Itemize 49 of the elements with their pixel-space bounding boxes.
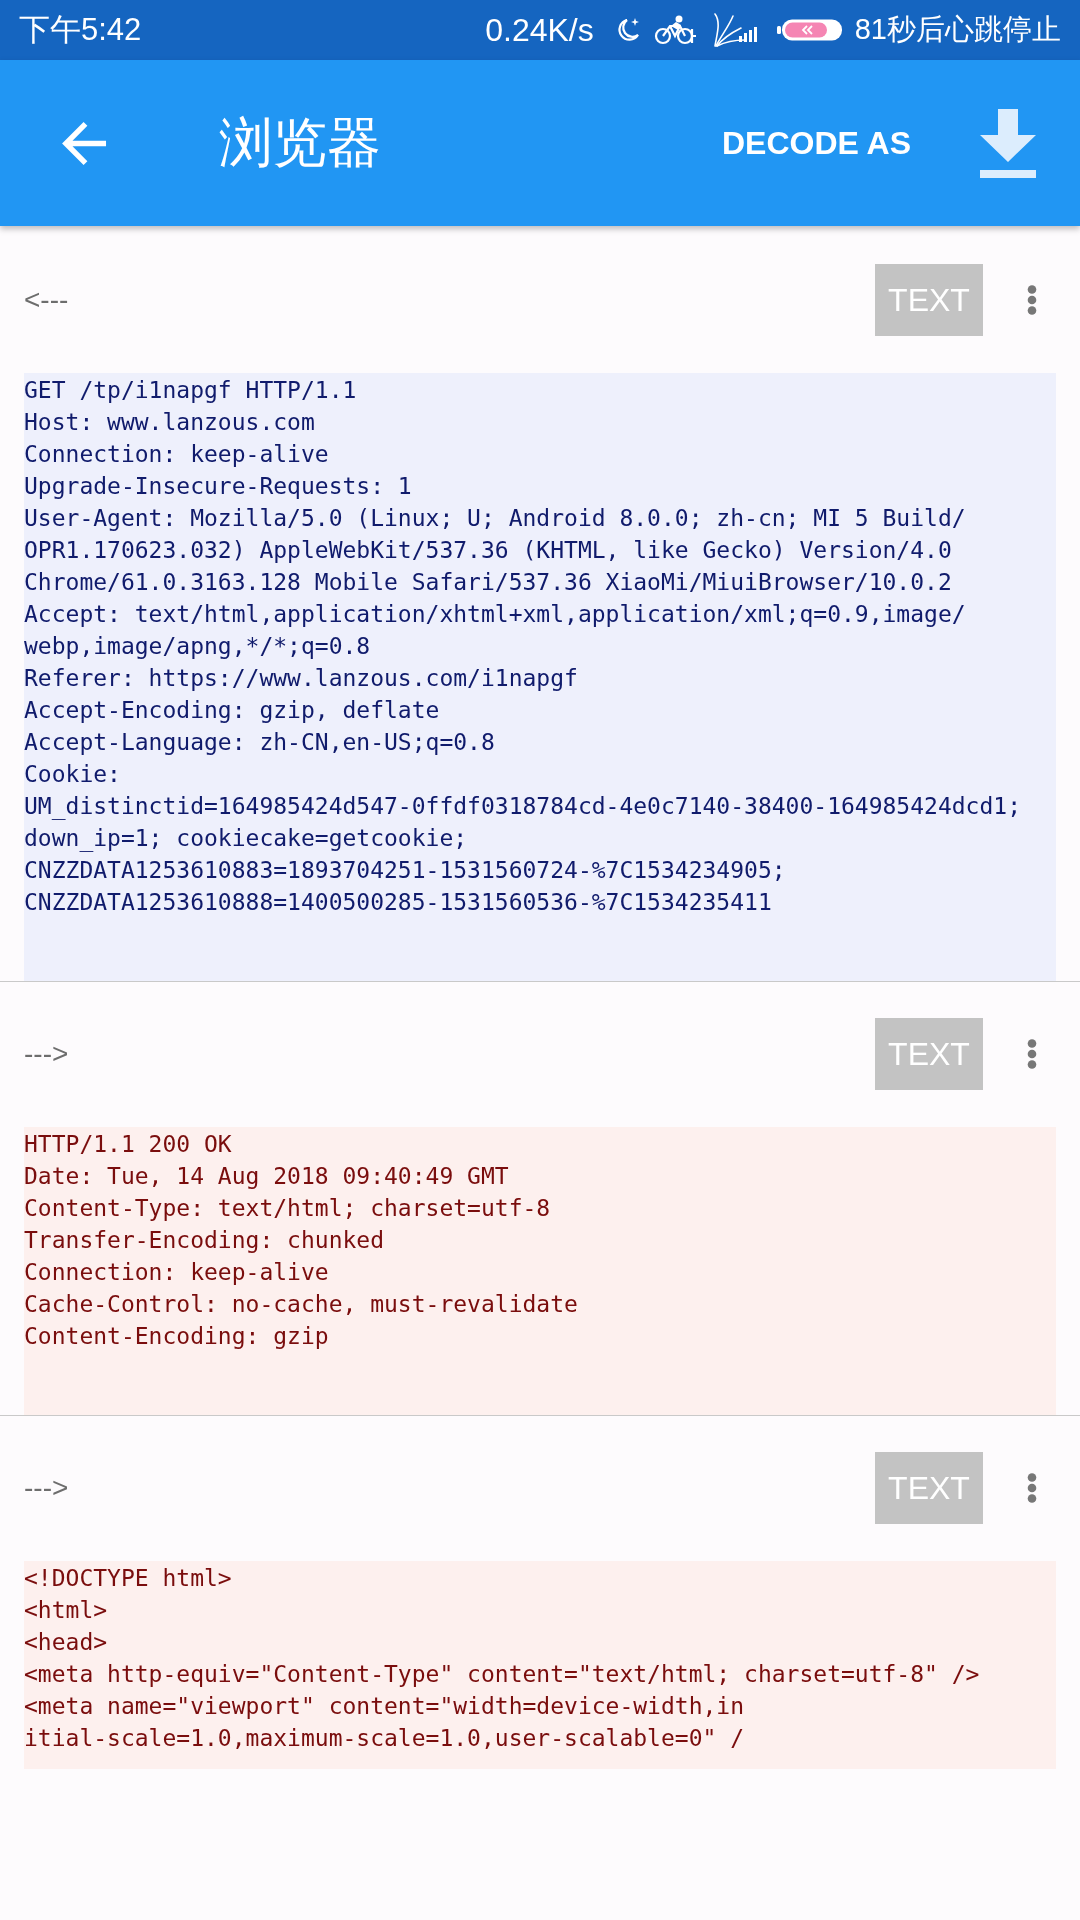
code-line: GET /tp/i1napgf HTTP/1.1: [24, 376, 357, 405]
code-line: Accept-Language: zh-CN,en-US;q=0.8: [24, 728, 495, 757]
code-line: Connection: keep-alive: [24, 440, 329, 469]
code-line: OPR1.170623.032) AppleWebKit/537.36 (KHTML, like Gecko) Version/4.0: [24, 536, 952, 565]
network-speed: 0.24K/s: [485, 11, 594, 49]
code-line: Accept: text/html,application/xhtml+xml,application/xml;q=0.9,image/: [24, 600, 966, 629]
code-line: Cookie:: [24, 760, 121, 789]
code-line: itial-scale=1.0,maximum-scale=1.0,user-scalable=0" /: [24, 1724, 745, 1753]
more-options-icon[interactable]: [1027, 285, 1037, 315]
code-line: <head>: [24, 1628, 108, 1657]
battery-icon: [776, 18, 844, 42]
direction-label: --->: [24, 1472, 69, 1504]
code-line: down_ip=1; cookiecake=getcookie;: [24, 824, 468, 854]
download-icon[interactable]: [980, 108, 1036, 178]
more-options-icon[interactable]: [1027, 1473, 1037, 1503]
code-line: CNZZDATA1253610888=1400500285-1531560536-%7C1534235411: [24, 888, 772, 917]
code-line: User-Agent: Mozilla/5.0 (Linux; U; Android 8.0.0; zh-cn; MI 5 Build/: [24, 504, 966, 533]
code-line: Upgrade-Insecure-Requests: 1: [24, 472, 412, 501]
code-line: Connection: keep-alive: [24, 1258, 329, 1287]
code-line: webp,image/apng,*/*;q=0.8: [24, 632, 371, 661]
code-line: <meta name="viewport" content="width=device-width,in: [24, 1692, 745, 1721]
code-line: Accept-Encoding: gzip, deflate: [24, 696, 440, 725]
code-line: Referer: https://www.lanzous.com/i1napgf: [24, 664, 578, 693]
format-button[interactable]: TEXT: [875, 1452, 983, 1524]
status-notice: 81秒后心跳停止: [854, 12, 1061, 47]
format-button[interactable]: TEXT: [875, 1018, 983, 1090]
code-line: Transfer-Encoding: chunked: [24, 1226, 385, 1255]
status-time: 下午5:42: [19, 11, 142, 49]
decode-as-button[interactable]: DECODE AS: [721, 124, 911, 162]
back-arrow-icon[interactable]: [61, 119, 108, 167]
code-line: Host: www.lanzous.com: [24, 408, 315, 437]
code-line: HTTP/1.1 200 OK: [24, 1130, 232, 1159]
code-line: Content-Encoding: gzip: [24, 1322, 329, 1351]
code-line: <html>: [24, 1596, 108, 1625]
cyclist-icon: [653, 15, 697, 45]
code-line: UM_distinctid=164985424d547-0ffdf0318784cd-4e0c7140-38400-164985424dcd1;: [24, 792, 1021, 822]
code-line: Content-Type: text/html; charset=utf-8: [24, 1194, 551, 1223]
direction-label: --->: [24, 1038, 69, 1070]
direction-label: <---: [24, 284, 69, 316]
app-title: 浏览器: [219, 110, 381, 174]
code-line: <meta http-equiv="Content-Type" content="text/html; charset=utf-8" />: [24, 1660, 980, 1689]
more-options-icon[interactable]: [1027, 1039, 1037, 1069]
format-button[interactable]: TEXT: [875, 264, 983, 336]
code-line: <!DOCTYPE html>: [24, 1564, 232, 1593]
code-line: Cache-Control: no-cache, must-revalidate: [24, 1290, 578, 1319]
code-line: Date: Tue, 14 Aug 2018 09:40:49 GMT: [24, 1162, 509, 1191]
code-line: Chrome/61.0.3163.128 Mobile Safari/537.36 XiaoMi/MiuiBrowser/10.0.2: [24, 568, 952, 597]
code-line: CNZZDATA1253610883=1893704251-1531560724-%7C1534234905;: [24, 856, 786, 885]
moon-icon: [615, 17, 640, 43]
